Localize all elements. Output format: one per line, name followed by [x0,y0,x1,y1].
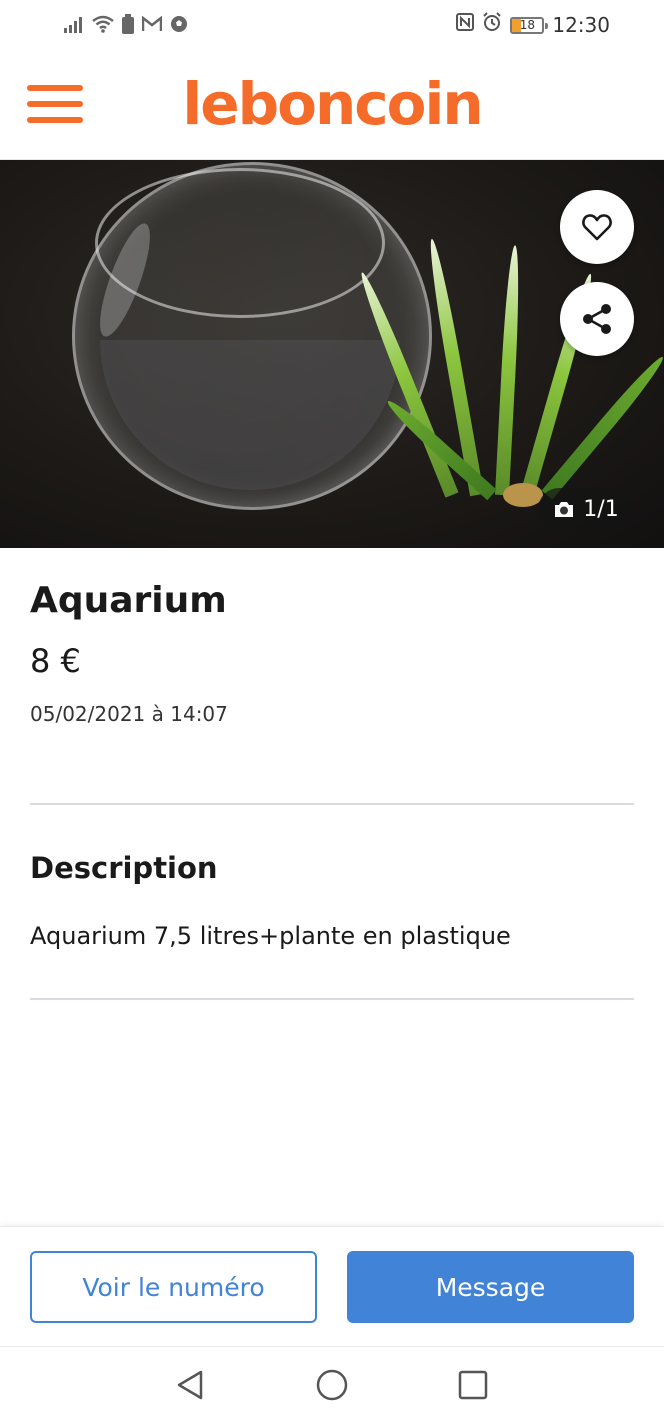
battery-icon: 18 [510,16,549,34]
alarm-icon [482,12,502,38]
show-phone-number-button[interactable]: Voir le numéro [30,1251,317,1323]
battery-saver-icon [122,14,134,40]
leboncoin-logo[interactable]: leboncoin [0,70,664,138]
app-header: leboncoin [0,50,664,160]
system-navigation-bar [0,1346,664,1421]
ad-date: 05/02/2021 à 14:07 [30,702,228,726]
ad-price: 8 € [30,642,81,680]
signal-icon [64,15,84,39]
heart-icon [582,214,612,241]
ad-title: Aquarium [30,580,227,621]
photo-counter-text: 1/1 [583,496,619,522]
back-triangle-icon[interactable] [172,1367,208,1403]
status-icons-right: 18 12:30 [456,12,610,38]
wifi-icon [92,15,114,39]
ad-photo[interactable]: 1/1 [0,160,664,548]
share-icon [583,304,611,334]
status-bar: 18 12:30 [0,0,664,50]
message-button[interactable]: Message [347,1251,634,1323]
nfc-icon [456,13,475,37]
photo-counter: 1/1 [538,488,634,530]
battery-level: 18 [519,17,535,32]
divider [30,803,634,805]
gmail-icon [141,15,163,38]
description-text: Aquarium 7,5 litres+plante en plastique [30,922,511,950]
status-icons-left [64,14,188,40]
camera-icon [555,502,574,517]
share-button[interactable] [560,282,634,356]
favorite-button[interactable] [560,190,634,264]
description-heading: Description [30,851,218,885]
football-icon [170,15,188,39]
action-bar: Voir le numéro Message [0,1226,664,1346]
home-circle-icon[interactable] [314,1367,350,1403]
recents-square-icon[interactable] [455,1367,491,1403]
divider [30,998,634,1000]
status-time: 12:30 [552,13,610,37]
